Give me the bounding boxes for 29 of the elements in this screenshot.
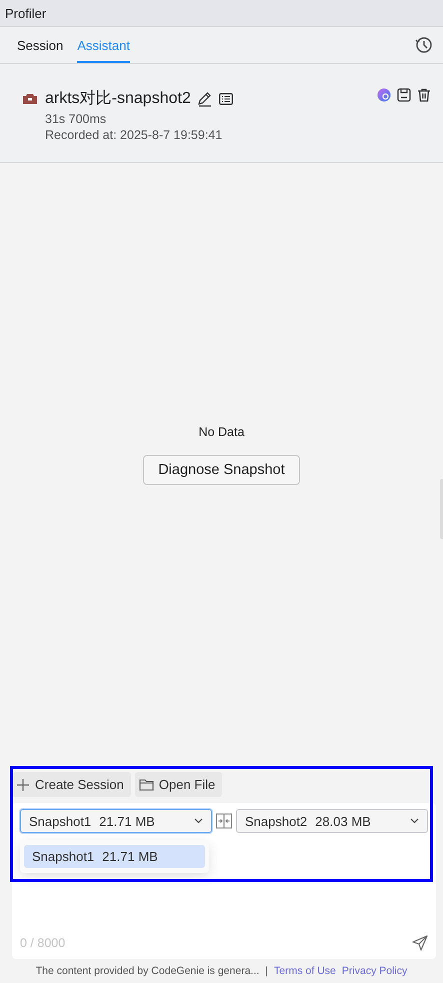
chevron-down-icon [410, 818, 419, 824]
character-counter: 0 / 8000 [20, 936, 66, 950]
camera-icon [23, 93, 37, 104]
plus-icon [16, 778, 30, 792]
recorded-time-text: Recorded at: 2025-8-7 19:59:41 [45, 128, 224, 142]
folder-icon [138, 778, 154, 791]
separator-text: | [265, 965, 268, 977]
trash-icon[interactable] [417, 88, 431, 102]
dropdown-option[interactable]: Snapshot1 21.71 MB [24, 845, 205, 868]
toolbar-button[interactable]: Open File [134, 772, 222, 797]
save-icon[interactable] [397, 88, 411, 102]
toolbar-button[interactable]: Create Session [12, 772, 131, 797]
diagnose-button[interactable]: Diagnose Snapshot [143, 454, 300, 484]
window-title: Profiler [5, 6, 46, 20]
footer-link[interactable]: Terms of Use [274, 965, 336, 977]
send-icon[interactable] [412, 935, 428, 951]
empty-message: No Data [198, 424, 244, 438]
snapshot-select[interactable]: Snapshot2 28.03 MB [236, 809, 428, 833]
list-icon[interactable] [218, 92, 233, 104]
assistant-logo-icon[interactable] [377, 88, 391, 102]
chevron-down-icon [194, 818, 203, 824]
duration-text: 31s 700ms [45, 112, 108, 126]
tab[interactable]: Session [17, 27, 64, 63]
snapshot-select[interactable]: Snapshot1 21.71 MB [20, 809, 212, 833]
edit-icon[interactable] [196, 90, 213, 106]
compare-icon[interactable] [216, 813, 232, 829]
snapshot-name: arkts对比-snapshot2 [45, 88, 191, 109]
footer-link[interactable]: Privacy Policy [342, 965, 408, 977]
disclaimer-text: The content provided by CodeGenie is genera... [36, 965, 260, 977]
